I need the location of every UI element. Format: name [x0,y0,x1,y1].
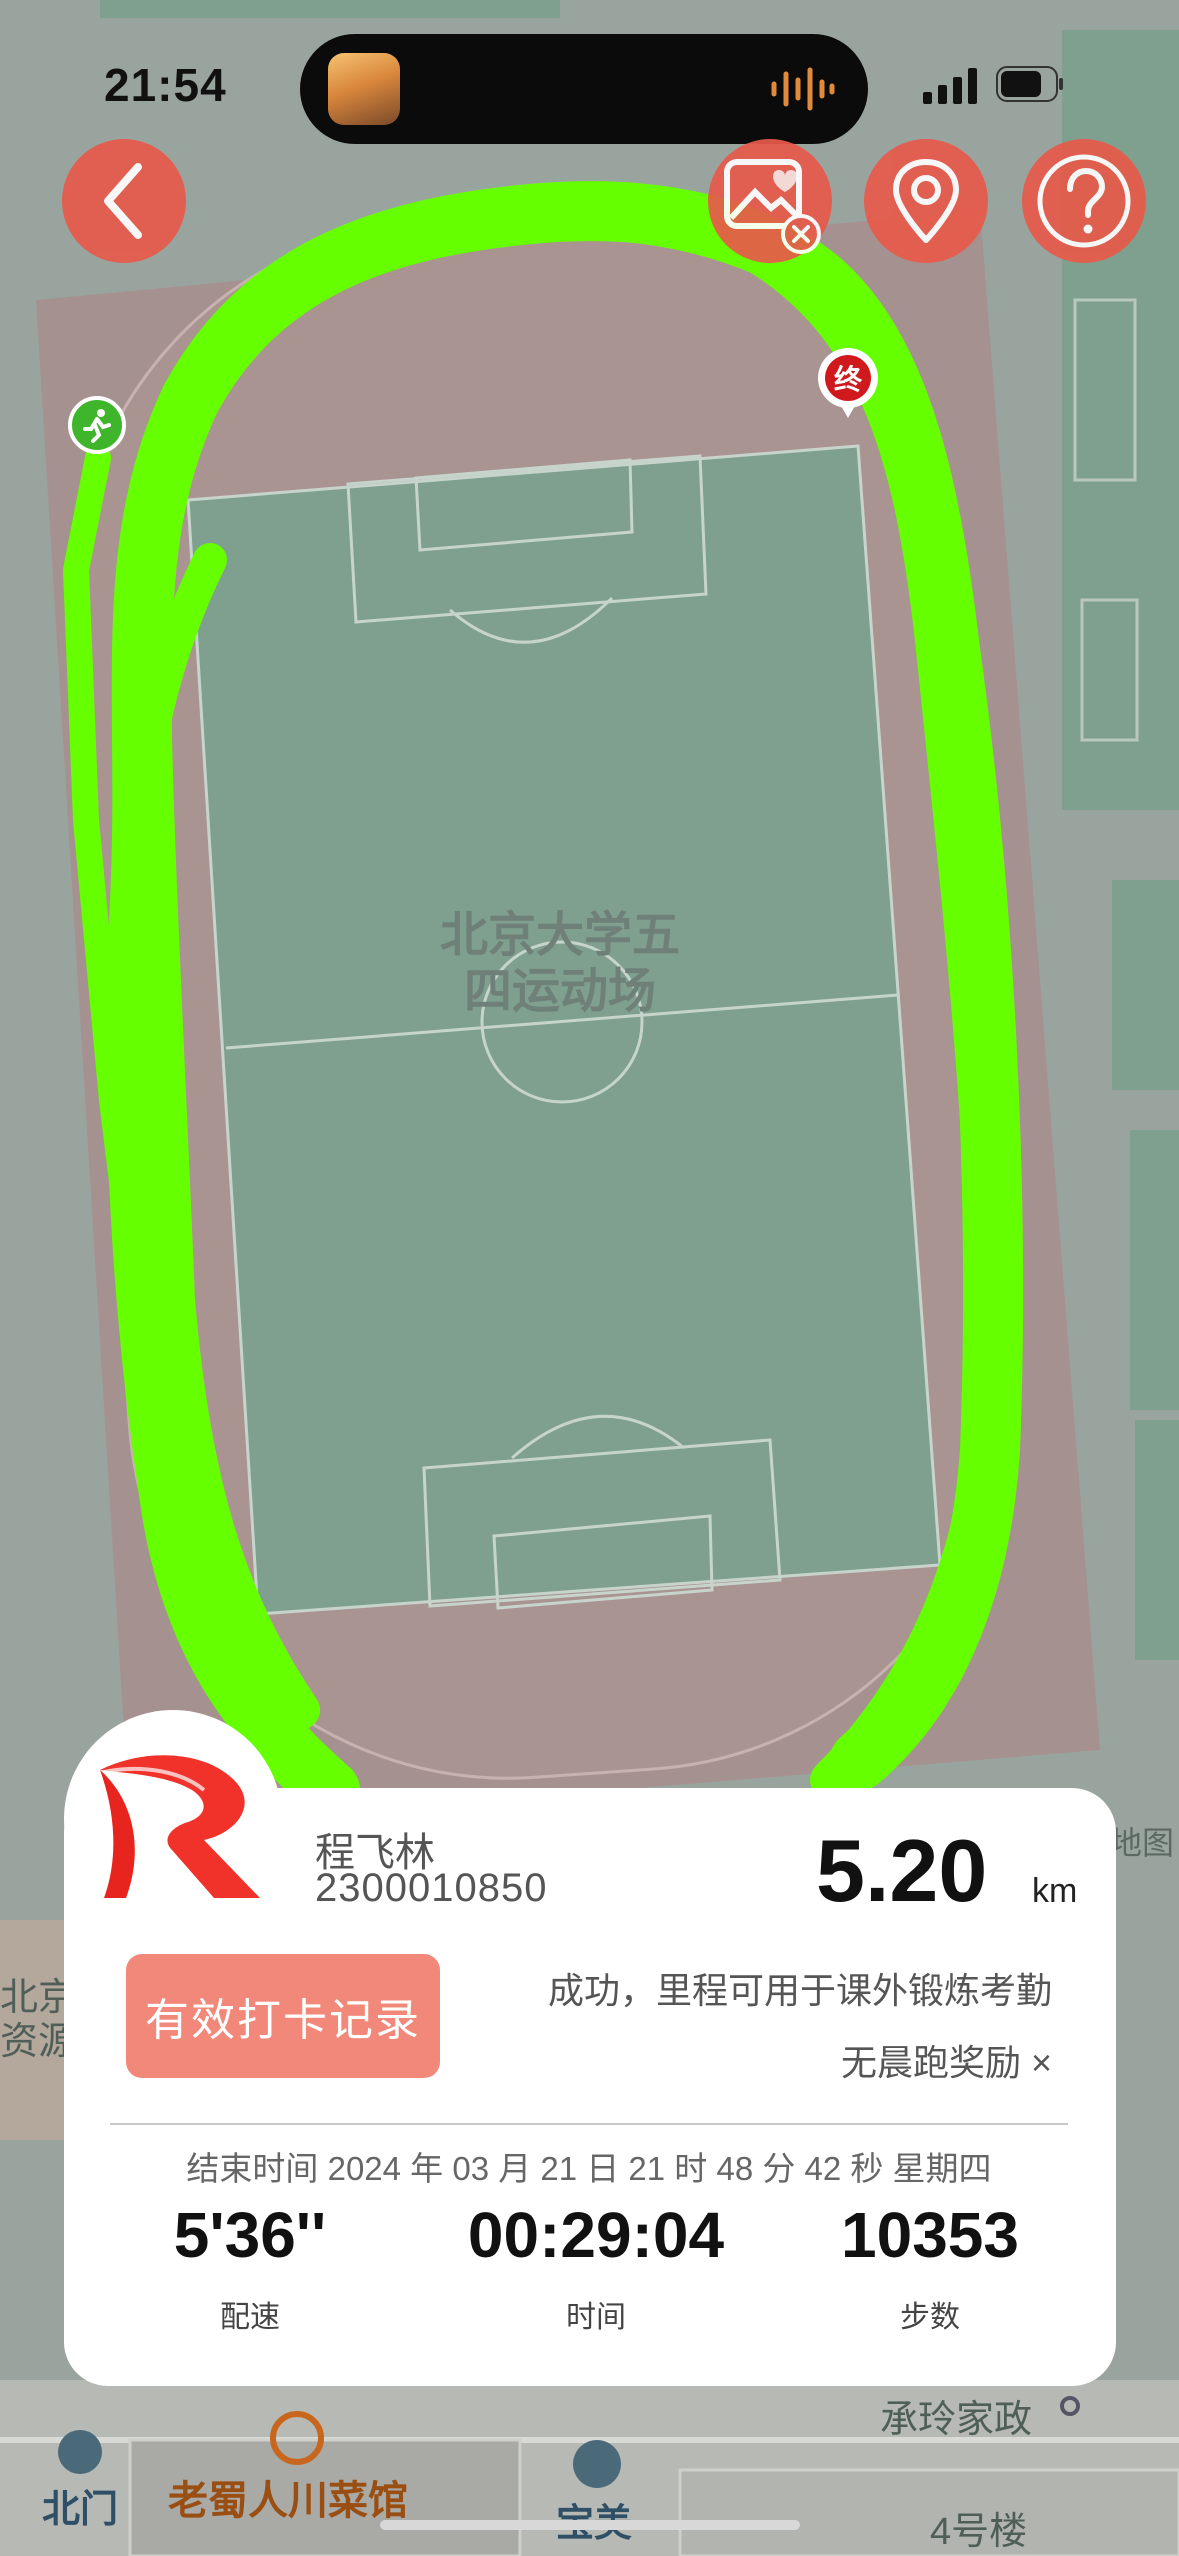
poi-north-gate[interactable]: 北门 [42,2478,118,2533]
audio-wave-icon [771,67,835,111]
dynamic-island[interactable] [300,34,868,144]
runner-icon [83,409,111,443]
end-marker[interactable]: 终 [818,348,878,408]
run-status-text: 成功，里程可用于课外锻炼考勤 [547,1970,1052,2011]
end-time-text: 结束时间 2024 年 03 月 21 日 21 时 48 分 42 秒 星期四 [186,2150,992,2187]
venue-label: 北京大学五 四运动场 [400,908,720,1020]
card-divider [110,2123,1068,2125]
valid-records-button[interactable]: 有效打卡记录 [126,1954,440,2078]
photo-remove-icon [724,159,821,254]
map-attribution: 地图 [1110,1825,1175,1861]
duration-value: 00:29:04 [467,2199,725,2271]
venue-label-line2: 四运动场 [463,965,656,1018]
photo-button[interactable] [708,139,832,263]
location-pin-icon [893,159,959,243]
app-logo [64,1710,282,1928]
steps-label: 步数 [900,2301,960,2334]
location-button[interactable] [864,139,988,263]
distance-value: 5.20 [816,1821,988,1920]
morning-run-bonus-text: 无晨跑奖励 × [840,2042,1052,2083]
steps-value: 10353 [841,2199,1019,2271]
home-indicator[interactable] [380,2520,800,2530]
help-button[interactable] [1022,139,1146,263]
pace-value: 5'36'' [173,2199,327,2271]
battery-icon [996,66,1063,102]
now-playing-artwork [328,53,400,125]
app-logo-icon [100,1755,260,1898]
distance-unit: km [1032,1872,1078,1910]
back-chevron-icon [104,163,142,239]
back-button[interactable] [62,139,186,263]
venue-label-line1: 北京大学五 [439,909,680,962]
student-id: 2300010850 [315,1866,548,1910]
end-marker-label: 终 [825,355,871,401]
end-marker-tail [840,404,856,418]
signal-icon [923,68,977,104]
duration-label: 时间 [566,2301,626,2334]
start-marker[interactable] [68,396,126,454]
poi-restaurant[interactable]: 老蜀人川菜馆 [168,2468,408,2526]
help-icon [1037,154,1131,248]
poi-building[interactable]: 4号楼 [930,2500,1027,2555]
status-time: 21:54 [104,59,227,111]
poi-housekeeping[interactable]: 承玲家政 [880,2388,1032,2443]
pace-label: 配速 [220,2301,280,2334]
